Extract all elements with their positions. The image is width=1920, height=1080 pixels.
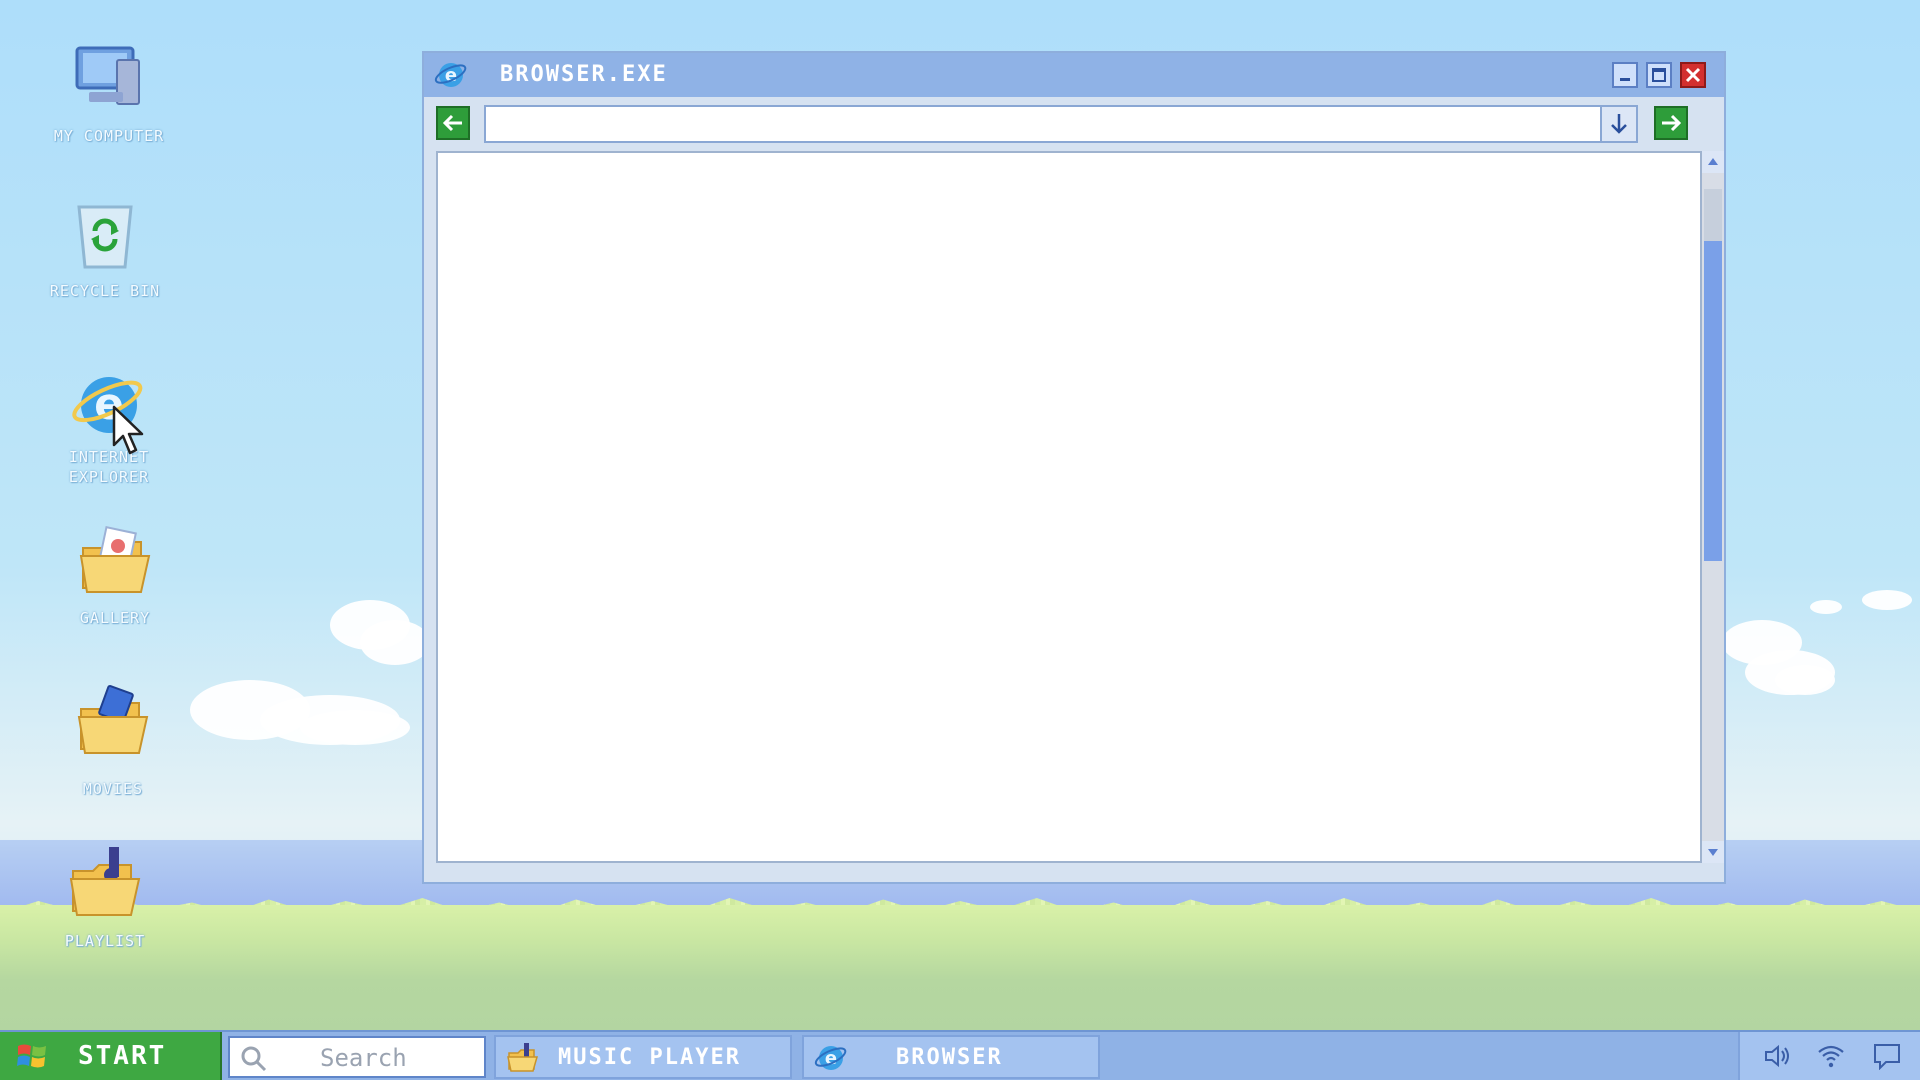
triangle-down-icon <box>1708 849 1718 856</box>
desktop-icon-recycle-bin[interactable]: RECYCLE BIN <box>30 195 180 301</box>
window-title-bar[interactable]: e BROWSER.EXE <box>424 53 1724 97</box>
taskbar-item-label: BROWSER <box>896 1045 1003 1070</box>
taskbar-item-browser[interactable]: e BROWSER <box>802 1035 1100 1079</box>
minimize-button[interactable] <box>1612 62 1638 88</box>
gallery-folder-icon <box>75 522 155 602</box>
browser-toolbar <box>424 97 1724 151</box>
desktop-icon-label: MY COMPUTER <box>53 127 165 145</box>
address-dropdown-button[interactable] <box>1600 105 1638 143</box>
system-tray <box>1738 1032 1920 1080</box>
address-bar[interactable] <box>484 105 1602 143</box>
desktop-icon-movies[interactable]: MOVIES <box>38 683 188 799</box>
desktop-icon-label: RECYCLE BIN <box>49 282 161 300</box>
close-button[interactable] <box>1680 62 1706 88</box>
browser-window[interactable]: e BROWSER.EXE <box>422 51 1726 884</box>
cloud <box>1810 600 1842 614</box>
scroll-thumb[interactable] <box>1704 241 1722 561</box>
desktop-icon-playlist[interactable]: PLAYLIST <box>30 845 180 951</box>
playlist-folder-icon <box>65 845 145 925</box>
browser-content-area[interactable] <box>436 151 1702 863</box>
notification-icon[interactable] <box>1872 1042 1902 1070</box>
scroll-track-segment <box>1704 189 1722 241</box>
browser-icon: e <box>814 1046 847 1070</box>
arrow-right-icon <box>1662 114 1682 132</box>
vertical-scrollbar[interactable] <box>1702 151 1724 863</box>
desktop-icon-internet-explorer[interactable]: e INTERNET EXPLORER <box>34 365 184 487</box>
music-folder-icon <box>507 1043 538 1072</box>
desktop-icon-label: GALLERY <box>79 609 151 627</box>
cloud <box>1775 665 1835 695</box>
desktop-icon-my-computer[interactable]: MY COMPUTER <box>34 40 184 146</box>
recycle-bin-icon <box>65 195 145 275</box>
desktop-icon-label: PLAYLIST <box>64 932 146 950</box>
desktop-icon-label: MOVIES <box>82 780 144 798</box>
cloud <box>1862 590 1912 610</box>
volume-icon[interactable] <box>1762 1042 1792 1070</box>
desktop-icon-gallery[interactable]: GALLERY <box>40 522 190 628</box>
movies-folder-icon <box>73 683 153 763</box>
start-label: START <box>78 1041 167 1071</box>
search-icon <box>241 1046 267 1072</box>
close-icon <box>1685 67 1701 83</box>
start-button[interactable]: START <box>0 1032 222 1080</box>
search-placeholder: Search <box>320 1044 407 1072</box>
arrow-down-icon <box>1611 114 1627 134</box>
window-title: BROWSER.EXE <box>500 62 668 87</box>
taskbar-item-label: MUSIC PLAYER <box>558 1045 741 1070</box>
desktop-icon-label: INTERNET <box>68 448 150 466</box>
minimize-icon <box>1620 78 1630 81</box>
triangle-up-icon <box>1708 158 1718 165</box>
cloud <box>360 620 430 665</box>
browser-icon: e <box>434 58 468 92</box>
scroll-up-button[interactable] <box>1702 151 1724 173</box>
grass <box>0 905 1920 1030</box>
scroll-down-button[interactable] <box>1702 841 1724 863</box>
go-button[interactable] <box>1654 106 1688 140</box>
mouse-cursor-icon <box>112 405 144 455</box>
taskbar: START Search MUSIC PLAYER e BROWSER <box>0 1030 1920 1080</box>
taskbar-search[interactable]: Search <box>228 1036 486 1078</box>
arrow-left-icon <box>442 114 462 132</box>
cloud <box>300 710 410 745</box>
maximize-button[interactable] <box>1646 62 1672 88</box>
back-button[interactable] <box>436 106 470 140</box>
desktop-icon-label: EXPLORER <box>68 468 150 486</box>
windows-logo-icon <box>17 1044 46 1068</box>
my-computer-icon <box>69 40 149 120</box>
taskbar-item-music-player[interactable]: MUSIC PLAYER <box>494 1035 792 1079</box>
wifi-icon[interactable] <box>1816 1042 1846 1070</box>
maximize-icon <box>1652 68 1666 82</box>
